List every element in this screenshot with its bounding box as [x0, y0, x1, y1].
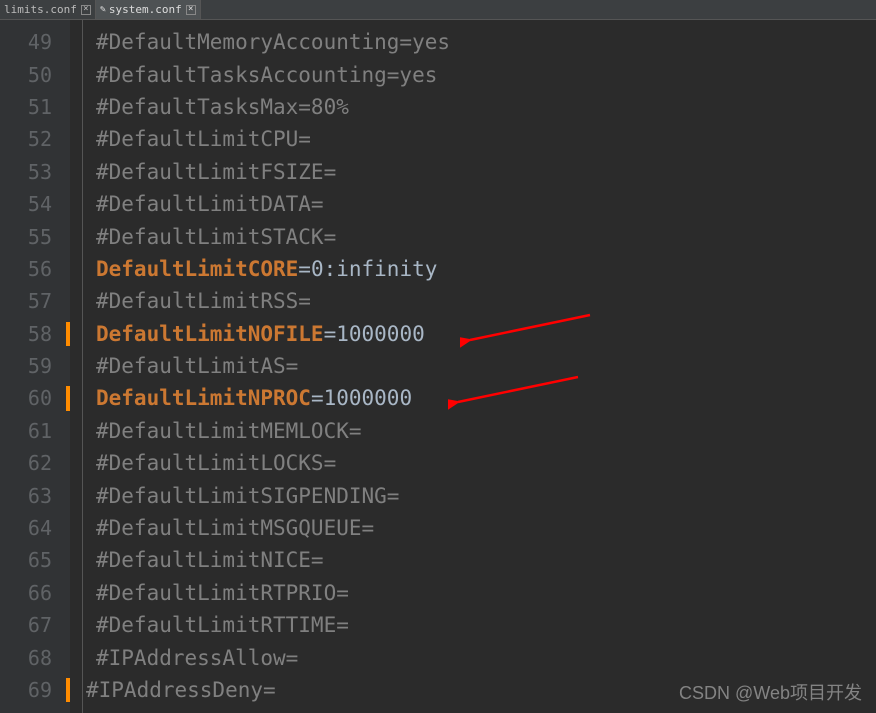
config-value: 1000000 [336, 322, 425, 346]
line-gutter: 4950515253545556575859606162636465666768… [0, 20, 70, 713]
equals-sign: = [298, 257, 311, 281]
line-number: 49 [0, 26, 70, 58]
equals-sign: = [324, 322, 337, 346]
code-line[interactable]: #DefaultLimitMEMLOCK= [96, 415, 876, 447]
code-line[interactable]: #DefaultMemoryAccounting=yes [96, 26, 876, 58]
equals-sign: = [311, 386, 324, 410]
close-icon[interactable]: × [186, 5, 196, 15]
code-line[interactable]: #DefaultLimitCPU= [96, 123, 876, 155]
code-line[interactable]: #DefaultLimitNICE= [96, 544, 876, 576]
code-line[interactable]: #DefaultLimitLOCKS= [96, 447, 876, 479]
config-key: DefaultLimitNOFILE [96, 322, 324, 346]
tab-system-conf[interactable]: ✎ system.conf × [96, 0, 201, 19]
line-number: 59 [0, 350, 70, 382]
code-line[interactable]: #DefaultLimitRTTIME= [96, 609, 876, 641]
line-number: 56 [0, 253, 70, 285]
comment-text: #DefaultLimitSTACK= [96, 225, 336, 249]
code-line[interactable]: #DefaultLimitRTPRIO= [96, 577, 876, 609]
code-line[interactable]: #DefaultLimitAS= [96, 350, 876, 382]
code-line[interactable]: #DefaultLimitMSGQUEUE= [96, 512, 876, 544]
code-line[interactable]: DefaultLimitCORE=0:infinity [96, 253, 876, 285]
comment-text: #DefaultLimitCPU= [96, 127, 311, 151]
line-number: 65 [0, 544, 70, 576]
comment-text: #DefaultTasksMax=80% [96, 95, 349, 119]
comment-text: #DefaultLimitSIGPENDING= [96, 484, 399, 508]
comment-text: #DefaultMemoryAccounting=yes [96, 30, 450, 54]
tab-label: limits.conf [4, 3, 77, 16]
comment-text: #IPAddressDeny= [86, 678, 276, 702]
code-line[interactable]: #IPAddressAllow= [96, 641, 876, 673]
close-icon[interactable]: × [81, 5, 91, 15]
line-number: 67 [0, 609, 70, 641]
config-key: DefaultLimitCORE [96, 257, 298, 281]
comment-text: #DefaultLimitRTTIME= [96, 613, 349, 637]
line-number: 50 [0, 58, 70, 90]
line-number: 64 [0, 512, 70, 544]
tab-bar: limits.conf × ✎ system.conf × [0, 0, 876, 20]
line-number: 51 [0, 91, 70, 123]
comment-text: #DefaultLimitNICE= [96, 548, 324, 572]
code-content[interactable]: #DefaultMemoryAccounting=yes #DefaultTask… [70, 20, 876, 713]
line-number: 60 [0, 382, 70, 414]
code-line[interactable]: #DefaultLimitDATA= [96, 188, 876, 220]
code-line[interactable]: #DefaultLimitSIGPENDING= [96, 479, 876, 511]
code-line[interactable]: #DefaultTasksMax=80% [96, 91, 876, 123]
watermark: CSDN @Web项目开发 [679, 679, 862, 705]
line-number: 61 [0, 415, 70, 447]
tab-label: system.conf [109, 3, 182, 16]
code-line[interactable]: #DefaultLimitRSS= [96, 285, 876, 317]
code-line[interactable]: DefaultLimitNOFILE=1000000 [96, 318, 876, 350]
line-number: 53 [0, 156, 70, 188]
config-key: DefaultLimitNPROC [96, 386, 311, 410]
code-line[interactable]: #DefaultLimitSTACK= [96, 220, 876, 252]
line-number: 52 [0, 123, 70, 155]
line-number: 57 [0, 285, 70, 317]
comment-text: #DefaultLimitDATA= [96, 192, 324, 216]
config-value: 0:infinity [311, 257, 437, 281]
comment-text: #DefaultLimitMEMLOCK= [96, 419, 362, 443]
code-line[interactable]: #DefaultLimitFSIZE= [96, 156, 876, 188]
comment-text: #DefaultLimitRSS= [96, 289, 311, 313]
config-value: 1000000 [324, 386, 413, 410]
comment-text: #DefaultLimitFSIZE= [96, 160, 336, 184]
comment-text: #DefaultTasksAccounting=yes [96, 63, 437, 87]
line-number: 69 [0, 674, 70, 706]
code-line[interactable]: DefaultLimitNPROC=1000000 [96, 382, 876, 414]
code-line[interactable]: #DefaultTasksAccounting=yes [96, 58, 876, 90]
comment-text: #DefaultLimitLOCKS= [96, 451, 336, 475]
comment-text: #IPAddressAllow= [96, 646, 298, 670]
line-number: 54 [0, 188, 70, 220]
line-number: 62 [0, 447, 70, 479]
comment-text: #DefaultLimitMSGQUEUE= [96, 516, 374, 540]
line-number: 66 [0, 577, 70, 609]
tab-limits-conf[interactable]: limits.conf × [0, 0, 96, 19]
line-number: 55 [0, 220, 70, 252]
line-number: 63 [0, 479, 70, 511]
comment-text: #DefaultLimitAS= [96, 354, 298, 378]
comment-text: #DefaultLimitRTPRIO= [96, 581, 349, 605]
line-number: 68 [0, 641, 70, 673]
line-number: 58 [0, 318, 70, 350]
pencil-icon: ✎ [100, 4, 106, 15]
editor-area[interactable]: 4950515253545556575859606162636465666768… [0, 20, 876, 713]
